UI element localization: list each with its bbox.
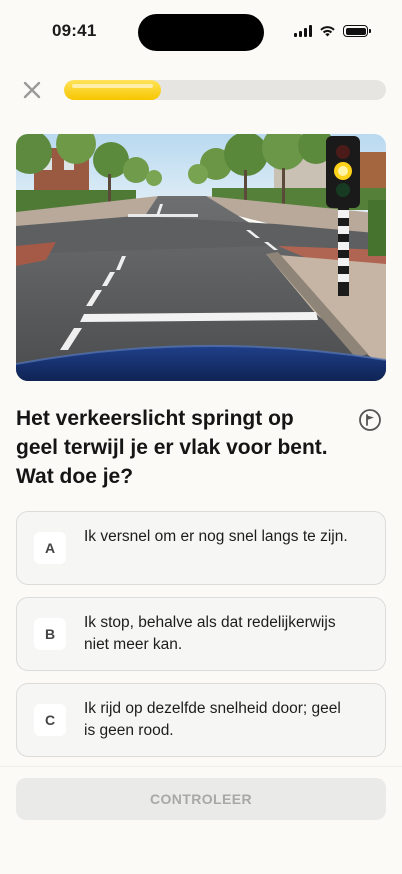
answer-text: Ik rijd op dezelfde snelheid door; geel … [84,700,341,739]
wifi-icon [320,26,335,37]
dynamic-island [138,14,264,51]
answer-option-c[interactable]: C Ik rijd op dezelfde snelheid door; gee… [16,683,386,757]
flag-icon [359,409,381,431]
progress-bar [64,80,386,100]
check-button[interactable]: CONTROLEER [16,778,386,820]
question-text: Het verkeerslicht springt op geel terwij… [16,407,328,488]
signal-icon [294,25,312,37]
answer-letter: A [34,532,66,564]
answer-letter: C [34,704,66,736]
question-image [16,134,386,381]
close-icon [23,81,41,99]
close-button[interactable] [18,76,46,104]
answer-option-a[interactable]: A Ik versnel om er nog snel langs te zij… [16,511,386,585]
status-bar: 09:41 [0,0,402,62]
status-icons [294,25,371,37]
answer-text: Ik versnel om er nog snel langs te zijn. [84,528,348,545]
answer-option-b[interactable]: B Ik stop, behalve als dat redelijkerwij… [16,597,386,671]
status-time: 09:41 [52,21,97,40]
battery-icon [343,25,371,37]
progress-fill [64,80,161,100]
answer-letter: B [34,618,66,650]
report-button[interactable] [358,408,382,432]
answer-text: Ik stop, behalve als dat redelijkerwijs … [84,614,336,653]
